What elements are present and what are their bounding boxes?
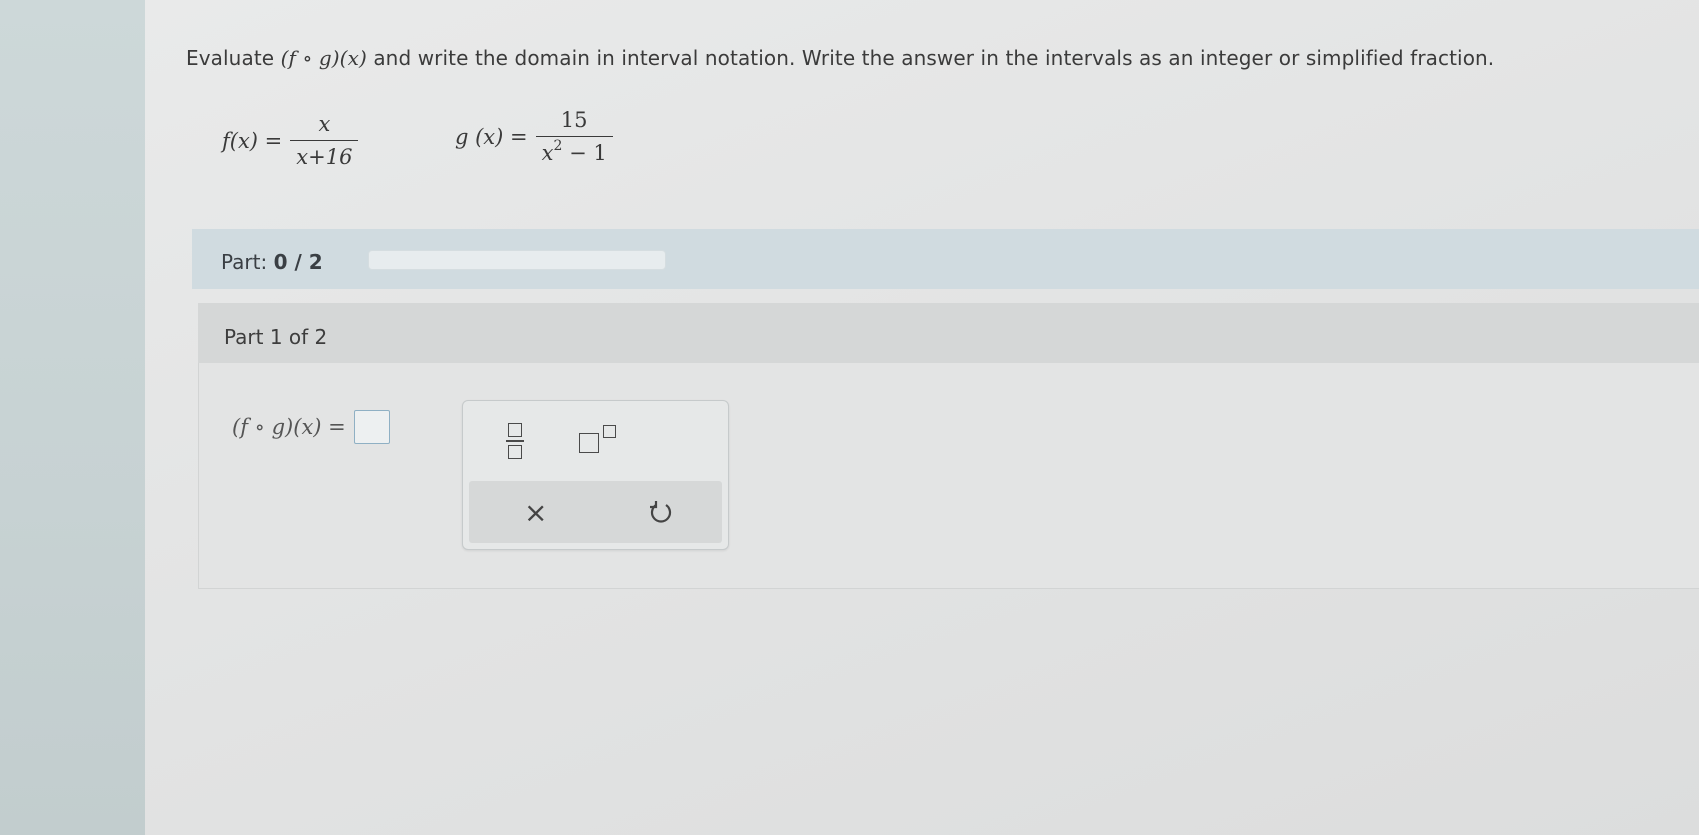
question-instructions: Evaluate (f ∘ g)(x) and write the domain…: [186, 46, 1494, 70]
function-f: f(x) = x x+16: [222, 112, 359, 169]
part-section-title: Part 1 of 2: [224, 325, 328, 349]
function-g-denominator-rest: − 1: [562, 141, 607, 165]
part-label-text: Part:: [221, 250, 268, 274]
part-section-header: [198, 303, 1699, 363]
function-f-numerator: x: [318, 112, 331, 136]
function-g: g (x) = 15 x2 − 1: [455, 108, 613, 165]
function-g-lhs: g (x) =: [455, 124, 528, 149]
exponent-power-icon: [603, 425, 616, 438]
exponent-icon: [579, 433, 599, 453]
function-f-lhs: f(x) =: [222, 128, 283, 153]
undo-icon[interactable]: [647, 498, 675, 526]
answer-expression: (f ∘ g)(x) =: [232, 410, 390, 444]
function-g-fraction: 15 x2 − 1: [535, 108, 613, 165]
progress-track: [368, 250, 666, 270]
fraction-icon: [508, 423, 522, 437]
answer-input[interactable]: [353, 410, 390, 444]
instructions-prefix: Evaluate: [186, 46, 275, 70]
clear-button[interactable]: ×: [524, 496, 547, 529]
function-f-fraction: x x+16: [290, 112, 359, 169]
part-progress-label: Part: 0 / 2: [221, 250, 323, 274]
function-g-denominator-exponent: 2: [553, 138, 563, 154]
answer-label: (f ∘ g)(x) =: [232, 415, 346, 439]
part-progress-value: 0 / 2: [273, 250, 323, 274]
function-g-numerator: 15: [560, 108, 588, 132]
fraction-button[interactable]: [503, 421, 527, 461]
left-margin: [0, 0, 145, 835]
fraction-denominator-icon: [508, 445, 522, 459]
function-g-denominator: x2 − 1: [535, 136, 613, 165]
toolbar-action-row: ×: [469, 481, 722, 543]
instructions-expression: (f ∘ g)(x): [280, 46, 367, 70]
fraction-bar-icon: [506, 440, 524, 442]
instructions-suffix: and write the domain in interval notatio…: [373, 46, 1495, 70]
exponent-button[interactable]: [579, 423, 623, 457]
math-toolbar: ×: [462, 400, 729, 550]
function-f-denominator: x+16: [290, 140, 359, 169]
function-g-denominator-base: x: [541, 141, 554, 165]
